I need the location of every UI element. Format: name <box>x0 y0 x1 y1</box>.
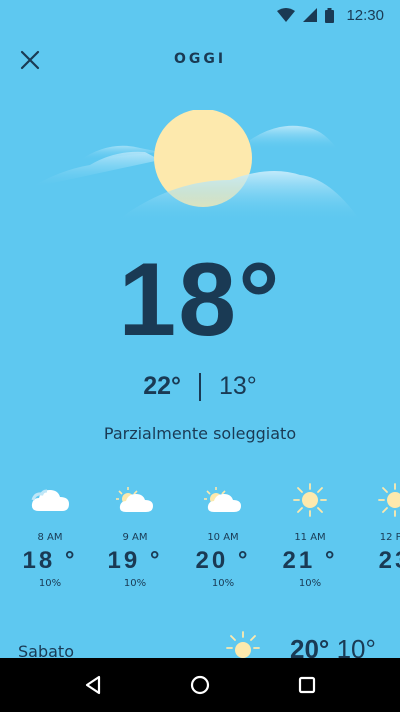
hourly-time: 11 AM <box>294 532 326 543</box>
hourly-time: 12 PM <box>379 532 400 543</box>
current-temperature: 18° <box>118 242 282 358</box>
battery-icon <box>325 7 335 23</box>
weather-illustration <box>20 109 380 230</box>
recents-button[interactable] <box>287 665 327 705</box>
recents-icon <box>298 676 315 694</box>
status-time: 12:30 <box>346 6 384 24</box>
hourly-item: 11 AM 21 ° 10% <box>275 480 345 589</box>
navigation-bar <box>0 658 400 712</box>
cloud-icon <box>31 489 69 511</box>
hourly-time: 9 AM <box>122 532 148 543</box>
high-temperature: 22° <box>143 372 181 400</box>
sun-icon <box>293 483 327 517</box>
condition-text: Parzialmente soleggiato <box>103 424 297 443</box>
hourly-temp: 23 <box>378 547 400 574</box>
divider <box>199 372 201 401</box>
hourly-temp: 20 ° <box>195 547 251 574</box>
home-icon <box>190 675 210 695</box>
hourly-time: 8 AM <box>37 532 63 543</box>
cellular-signal-icon <box>303 8 318 22</box>
partly-sunny-icon <box>204 487 241 512</box>
status-bar: 12:30 <box>0 0 400 30</box>
low-temperature: 13° <box>219 372 257 400</box>
hourly-item: 10 AM 20 ° 10% <box>188 480 258 589</box>
hourly-temp: 19 ° <box>107 547 163 574</box>
hourly-item: 9 AM 19 ° 10% <box>100 480 170 589</box>
back-icon <box>86 675 101 695</box>
hourly-temp: 21 ° <box>282 547 338 574</box>
page-title: OGGI <box>173 51 227 67</box>
hourly-forecast[interactable]: 8 AM 18 ° 10% 9 AM 19 ° 10% 10 AM 20 ° 1… <box>0 480 400 600</box>
hourly-temp: 18 ° <box>22 547 78 574</box>
high-low: 22° 13° <box>0 372 400 401</box>
hourly-item: 8 AM 18 ° 10% <box>15 480 85 589</box>
hourly-time: 10 AM <box>207 532 239 543</box>
top-bar: OGGI <box>0 40 400 80</box>
partly-sunny-icon <box>116 487 153 512</box>
home-button[interactable] <box>180 665 220 705</box>
hourly-precip: 10% <box>211 578 235 589</box>
hourly-precip: 10% <box>298 578 322 589</box>
hourly-precip: 10% <box>38 578 62 589</box>
back-button[interactable] <box>73 665 113 705</box>
wifi-icon <box>277 8 296 22</box>
hourly-item: 12 PM 23 <box>360 480 400 578</box>
sun-icon <box>378 483 400 517</box>
hourly-precip: 10% <box>123 578 147 589</box>
daily-forecast-row[interactable]: Sabato 20° 10° <box>0 630 400 664</box>
